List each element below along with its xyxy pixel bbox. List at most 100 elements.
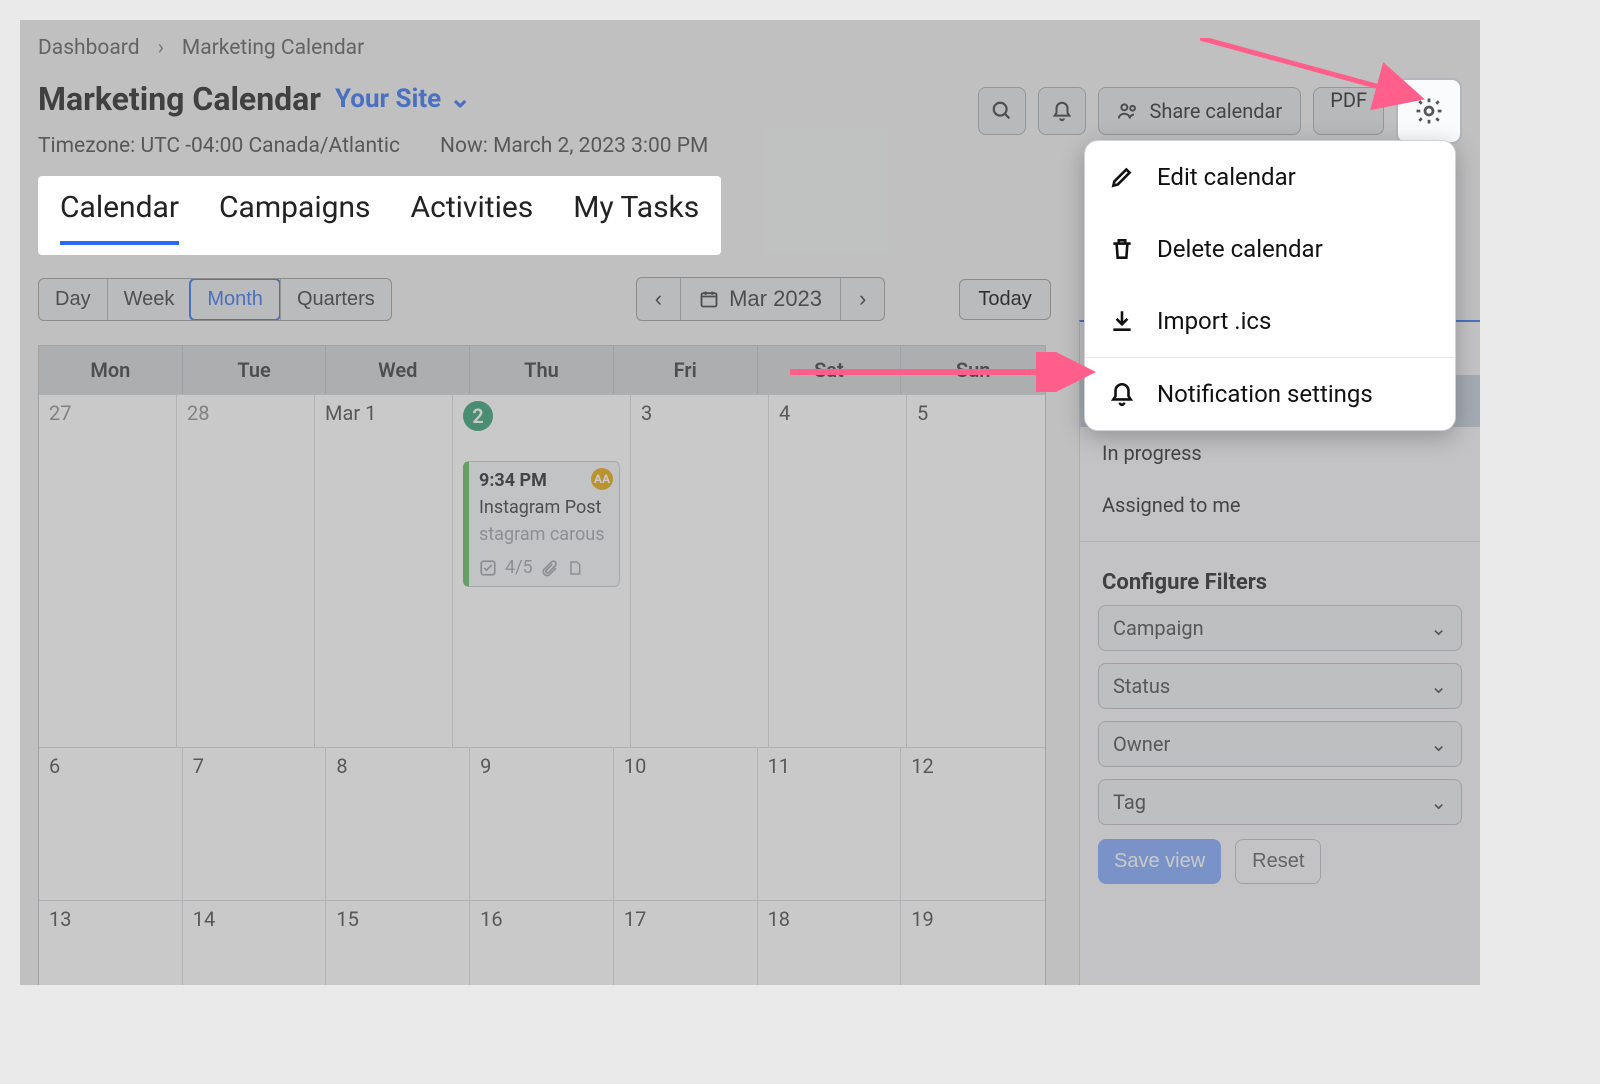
site-selector[interactable]: Your Site ⌄ — [335, 84, 471, 114]
filter-tag[interactable]: Tag⌄ — [1098, 779, 1462, 825]
tab-campaigns[interactable]: Campaigns — [219, 190, 371, 245]
next-month-button[interactable]: › — [840, 278, 884, 320]
search-icon — [991, 100, 1013, 122]
menu-import-ics[interactable]: Import .ics — [1085, 285, 1455, 357]
filter-campaign[interactable]: Campaign⌄ — [1098, 605, 1462, 651]
weekday-thu: Thu — [470, 346, 614, 394]
calendar-grid: Mon Tue Wed Thu Fri Sat Sun 27 28 Mar 1 … — [38, 345, 1046, 985]
tab-activities[interactable]: Activities — [411, 190, 534, 245]
tab-calendar[interactable]: Calendar — [60, 190, 179, 245]
event-subtitle: stagram carous — [479, 524, 609, 545]
breadcrumb: Dashboard › Marketing Calendar — [38, 36, 1462, 60]
day-cell[interactable]: 11 — [758, 747, 902, 900]
chevron-down-icon: ⌄ — [1430, 790, 1447, 814]
chevron-right-icon: › — [158, 36, 164, 60]
now-text: Now: March 2, 2023 3:00 PM — [440, 134, 708, 158]
share-calendar-button[interactable]: Share calendar — [1098, 87, 1301, 135]
event-time: 9:34 PM — [479, 470, 609, 491]
weekday-wed: Wed — [326, 346, 470, 394]
day-cell[interactable]: 27 — [39, 394, 177, 747]
menu-edit-calendar[interactable]: Edit calendar — [1085, 141, 1455, 213]
share-label: Share calendar — [1149, 99, 1282, 123]
range-quarters[interactable]: Quarters — [280, 279, 391, 320]
breadcrumb-root[interactable]: Dashboard — [38, 36, 140, 60]
chevron-right-icon: › — [859, 286, 866, 312]
day-cell[interactable]: 9 — [470, 747, 614, 900]
prev-month-button[interactable]: ‹ — [637, 278, 680, 320]
search-button[interactable] — [978, 87, 1026, 135]
configure-filters-title: Configure Filters — [1080, 552, 1480, 605]
chevron-down-icon: ⌄ — [1430, 616, 1447, 640]
day-cell[interactable]: 3 — [631, 394, 769, 747]
day-cell[interactable]: 5 — [907, 394, 1045, 747]
day-cell[interactable]: 7 — [183, 747, 327, 900]
day-cell[interactable]: 8 — [326, 747, 470, 900]
bell-icon — [1051, 100, 1073, 122]
current-month-button[interactable]: Mar 2023 — [680, 278, 840, 320]
day-cell[interactable]: 15 — [326, 900, 470, 985]
day-cell[interactable]: 12 — [901, 747, 1045, 900]
gear-icon — [1414, 96, 1444, 126]
day-cell[interactable]: 13 — [39, 900, 183, 985]
filter-owner[interactable]: Owner⌄ — [1098, 721, 1462, 767]
today-button[interactable]: Today — [959, 279, 1050, 320]
saved-filter-assigned[interactable]: Assigned to me — [1080, 479, 1480, 531]
settings-button[interactable] — [1396, 78, 1462, 144]
notifications-button[interactable] — [1038, 87, 1086, 135]
day-cell[interactable]: 4 — [769, 394, 907, 747]
checklist-icon — [479, 559, 497, 577]
timezone-text: Timezone: UTC -04:00 Canada/Atlantic — [38, 134, 400, 158]
breadcrumb-current: Marketing Calendar — [182, 36, 364, 60]
calendar-event[interactable]: AA 9:34 PM Instagram Post stagram carous… — [463, 461, 620, 587]
weekday-mon: Mon — [39, 346, 183, 394]
menu-delete-calendar[interactable]: Delete calendar — [1085, 213, 1455, 285]
day-cell[interactable]: 16 — [470, 900, 614, 985]
range-segmented: Day Week Month Quarters — [38, 278, 392, 321]
page-title: Marketing Calendar — [38, 80, 321, 118]
export-pdf-button[interactable]: PDF — [1313, 87, 1384, 135]
reset-button[interactable]: Reset — [1235, 839, 1321, 884]
bell-icon — [1109, 381, 1135, 407]
range-month[interactable]: Month — [189, 278, 281, 321]
range-week[interactable]: Week — [107, 279, 191, 320]
people-icon — [1117, 100, 1139, 122]
day-cell-today[interactable]: 2 AA 9:34 PM Instagram Post stagram caro… — [453, 394, 631, 747]
day-cell[interactable]: 14 — [183, 900, 327, 985]
weekday-sun: Sun — [901, 346, 1045, 394]
menu-notification-settings[interactable]: Notification settings — [1085, 358, 1455, 430]
day-cell[interactable]: 19 — [901, 900, 1045, 985]
attachment-icon — [541, 559, 559, 577]
tab-my-tasks[interactable]: My Tasks — [573, 190, 699, 245]
weekday-fri: Fri — [614, 346, 758, 394]
site-label: Your Site — [335, 84, 441, 114]
assignee-avatar: AA — [591, 468, 613, 490]
settings-menu: Edit calendar Delete calendar Import .ic… — [1084, 140, 1456, 431]
note-icon — [567, 559, 583, 577]
weekday-tue: Tue — [183, 346, 327, 394]
pencil-icon — [1109, 164, 1135, 190]
range-day[interactable]: Day — [39, 279, 107, 320]
event-title: Instagram Post — [479, 497, 609, 518]
saved-filter-in-progress[interactable]: In progress — [1080, 427, 1480, 479]
tab-bar: Calendar Campaigns Activities My Tasks — [38, 176, 721, 255]
save-view-button[interactable]: Save view — [1098, 839, 1221, 884]
filter-status[interactable]: Status⌄ — [1098, 663, 1462, 709]
day-cell[interactable]: 28 — [177, 394, 315, 747]
event-task-count: 4/5 — [505, 557, 533, 578]
today-number: 2 — [463, 401, 493, 431]
day-cell[interactable]: 6 — [39, 747, 183, 900]
day-cell[interactable]: 10 — [614, 747, 758, 900]
download-icon — [1109, 308, 1135, 334]
calendar-icon — [699, 289, 719, 309]
chevron-down-icon: ⌄ — [1430, 674, 1447, 698]
day-cell[interactable]: 17 — [614, 900, 758, 985]
weekday-sat: Sat — [758, 346, 902, 394]
chevron-left-icon: ‹ — [655, 286, 662, 312]
month-picker: ‹ Mar 2023 › — [636, 277, 886, 321]
month-label: Mar 2023 — [729, 286, 822, 312]
day-cell[interactable]: Mar 1 — [315, 394, 453, 747]
trash-icon — [1109, 236, 1135, 262]
chevron-down-icon: ⌄ — [449, 84, 471, 114]
day-cell[interactable]: 18 — [758, 900, 902, 985]
chevron-down-icon: ⌄ — [1430, 732, 1447, 756]
